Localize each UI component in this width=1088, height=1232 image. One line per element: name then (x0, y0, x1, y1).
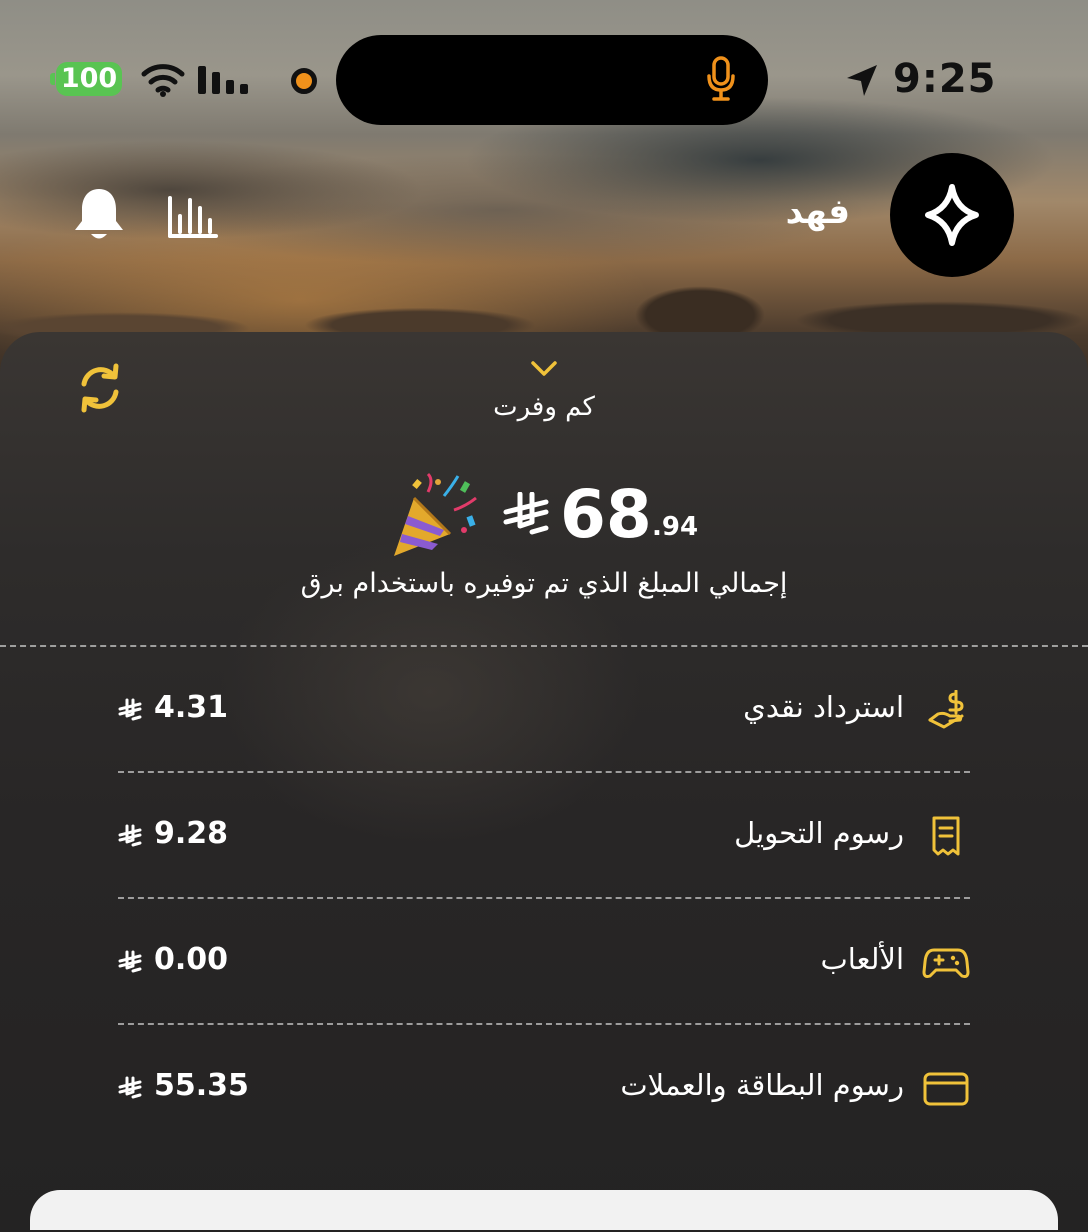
bell-icon[interactable] (72, 185, 126, 245)
gamepad-icon (922, 948, 970, 978)
row-label: الألعاب (820, 942, 904, 976)
clock-time: 9:25 (893, 56, 997, 102)
profile-avatar-button[interactable] (890, 153, 1014, 277)
battery-indicator: 100 (56, 62, 122, 96)
status-bar: 100 9:25 (0, 0, 1088, 140)
row-value: 55.35 (154, 1068, 249, 1103)
riyal-symbol-icon (503, 492, 549, 535)
amount-main: 68 (560, 476, 652, 553)
riyal-symbol-icon (118, 824, 142, 847)
row-value: 9.28 (154, 816, 229, 851)
riyal-symbol-icon (118, 950, 142, 973)
row-label: رسوم التحويل (734, 816, 904, 850)
chevron-down-icon[interactable] (530, 360, 558, 378)
riyal-symbol-icon (118, 1076, 142, 1099)
microphone-icon (707, 56, 735, 101)
sparkle-icon (925, 184, 979, 246)
row-value: 4.31 (154, 690, 229, 725)
row-divider (118, 771, 970, 773)
wifi-icon (141, 64, 185, 97)
savings-row-transfer-fees[interactable]: رسوم التحويل 9.28 (118, 804, 970, 868)
savings-row-games[interactable]: الألعاب 0.00 (118, 930, 970, 994)
riyal-symbol-icon (118, 698, 142, 721)
refresh-icon[interactable] (76, 362, 124, 414)
amount-cents: .94 (652, 512, 699, 542)
username: فهد (785, 192, 850, 232)
section-divider (0, 645, 1088, 647)
receipt-icon (932, 816, 960, 856)
cellular-signal-icon (198, 66, 248, 94)
savings-row-cashback[interactable]: استرداد نقدي 4.31 (118, 678, 970, 742)
bottom-sheet-edge (30, 1190, 1058, 1230)
party-popper-icon (394, 472, 477, 556)
card-icon (923, 1072, 969, 1106)
recording-indicator-icon (291, 68, 317, 94)
statistics-icon[interactable] (166, 192, 220, 240)
location-arrow-icon (847, 65, 877, 96)
savings-row-card-fees[interactable]: رسوم البطاقة والعملات 55.35 (118, 1056, 970, 1120)
row-label: رسوم البطاقة والعملات (620, 1068, 904, 1102)
battery-nub (50, 73, 55, 85)
amount-subtitle: إجمالي المبلغ الذي تم توفيره باستخدام بر… (300, 568, 788, 599)
row-divider (118, 897, 970, 899)
dynamic-island (336, 35, 768, 125)
row-value: 0.00 (154, 942, 229, 977)
card-title[interactable]: كم وفرت (444, 392, 644, 422)
cashback-hand-icon (928, 690, 964, 729)
row-label: استرداد نقدي (743, 690, 904, 724)
row-divider (118, 1023, 970, 1025)
